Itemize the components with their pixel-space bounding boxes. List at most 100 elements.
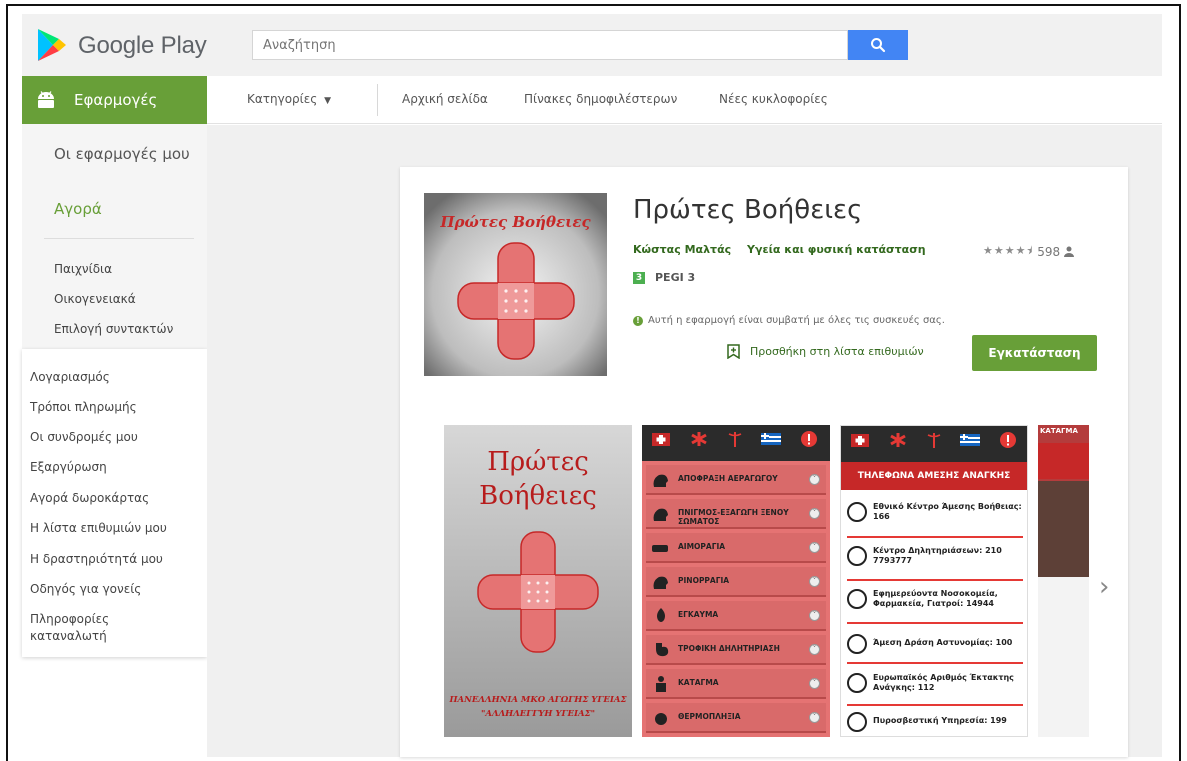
sidebar-item-account[interactable]: Λογαριασμός <box>30 369 200 386</box>
screenshots-carousel: Πρώτες Βοήθειες ΠΑΝΕΛΛΗΝΙΑ ΜΚΟ ΑΓΩΓΗΣ ΥΓ… <box>444 425 1089 737</box>
sidebar-item-wishlist[interactable]: Η λίστα επιθυμιών μου <box>30 520 200 537</box>
install-button[interactable]: Εγκατάσταση <box>972 335 1097 371</box>
screenshot-4[interactable]: ΚΑΤΑΓΜΑ <box>1038 425 1089 737</box>
list-item-label: ΡΙΝΟΡΡΑΓΙΑ <box>678 576 730 585</box>
search-button[interactable] <box>848 30 908 60</box>
screenshot-1-title: Πρώτες Βοήθειες <box>444 445 632 513</box>
list-item: Άμεση Δράση Αστυνομίας: 100 <box>847 630 1023 664</box>
app-icon: Πρώτες Βοήθειες <box>424 193 607 376</box>
sidebar-item-family[interactable]: Οικογενειακά <box>54 292 136 306</box>
nav-top-charts[interactable]: Πίνακες δημοφιλέστερων <box>524 92 677 106</box>
screenshot-2[interactable]: ΑΠΟΦΡΑΞΗ ΑΕΡΑΓΩΓΟΥ ˅ ΠΝΙΓΜΟΣ-ΕΞΑΓΩΓΗ ΞΕΝΟ… <box>642 425 830 737</box>
screenshot-1-title-line1: Πρώτες <box>487 447 589 477</box>
chevron-down-icon: ▼ <box>324 96 332 106</box>
app-title: Πρώτες Βοήθειες <box>633 195 863 225</box>
sidebar-item-editors-choice[interactable]: Επιλογή συντακτών <box>54 322 173 336</box>
list-item: Κέντρο Δηλητηριάσεων: 210 7793777 <box>847 542 1023 576</box>
phone-icon <box>847 546 867 566</box>
sidebar-item-games[interactable]: Παιχνίδια <box>54 262 112 276</box>
flame-icon <box>657 608 665 622</box>
list-item: ΠΝΙΓΜΟΣ-ΕΞΑΓΩΓΗ ΞΕΝΟΥ ΣΩΜΑΤΟΣ ˅ <box>646 499 826 529</box>
list-item-label: ΕΓΚΑΥΜΑ <box>678 610 719 619</box>
chevron-down-icon: ˅ <box>809 576 820 587</box>
first-aid-kit-icon <box>851 434 869 447</box>
rating-summary: ★★★★⯨ 598 <box>983 242 1075 261</box>
screenshot-1[interactable]: Πρώτες Βοήθειες ΠΑΝΕΛΛΗΝΙΑ ΜΚΟ ΑΓΩΓΗΣ ΥΓ… <box>444 425 632 737</box>
sidebar-item-activity[interactable]: Η δραστηριότητά μου <box>30 551 200 568</box>
sidebar-divider <box>44 238 194 239</box>
screenshot-1-footer: ΠΑΝΕΛΛΗΝΙΑ ΜΚΟ ΑΓΩΓΗΣ ΥΓΕΙΑΣ "ΑΛΛΗΛΕΓΓΥΗ… <box>444 693 632 721</box>
screenshot-4-text-block <box>1038 577 1089 737</box>
apps-tab-label: Εφαρμογές <box>74 91 158 109</box>
search-input[interactable] <box>253 31 847 59</box>
list-item: ΚΑΤΑΓΜΑ ˅ <box>646 669 826 699</box>
first-aid-kit-icon <box>652 433 670 446</box>
list-item-label: Εφημερεύοντα Νοσοκομεία, Φαρμακεία, Γιατ… <box>873 589 998 608</box>
pegi-rating: 3 PEGI 3 <box>633 271 695 284</box>
phone-icon <box>847 673 867 693</box>
person-icon <box>1064 246 1075 257</box>
chevron-down-icon: ˅ <box>809 610 820 621</box>
list-item: Εθνικό Κέντρο Άμεσης Βοήθειας: 166 <box>847 498 1023 532</box>
list-item-label: Εθνικό Κέντρο Άμεσης Βοήθειας: 166 <box>873 502 1022 521</box>
head-silhouette-icon <box>653 576 668 589</box>
chevron-down-icon: ˅ <box>809 508 820 519</box>
nav-home[interactable]: Αρχική σελίδα <box>402 92 488 106</box>
list-item-label: ΚΑΤΑΓΜΑ <box>678 678 719 687</box>
list-item: ΘΕΡΜΟΠΛΗΞΙΑ ˅ <box>646 703 826 733</box>
list-item-label: ΑΠΟΦΡΑΞΗ ΑΕΡΑΓΩΓΟΥ <box>678 474 778 483</box>
list-item-label: Ευρωπαϊκός Αριθμός Έκτακτης Ανάγκης: 112 <box>873 673 1014 692</box>
app-icon-title: Πρώτες Βοήθειες <box>440 213 591 231</box>
screenshot-1-footer-line1: ΠΑΝΕΛΛΗΝΙΑ ΜΚΟ ΑΓΩΓΗΣ ΥΓΕΙΑΣ <box>449 695 627 705</box>
sidebar-item-redeem[interactable]: Εξαργύρωση <box>30 459 200 476</box>
list-item: Πυροσβεστική Υπηρεσία: 199 <box>847 708 1023 736</box>
screenshot-4-title: ΚΑΤΑΓΜΑ <box>1040 427 1078 435</box>
sidebar-item-my-apps[interactable]: Οι εφαρμογές μου <box>54 144 194 164</box>
chevron-down-icon: ˅ <box>809 644 820 655</box>
sidebar-item-payment-methods[interactable]: Τρόποι πληρωμής <box>30 399 200 416</box>
screenshot-1-footer-line2: "ΑΛΛΗΛΕΓΓΥΗ ΥΓΕΙΑΣ" <box>480 709 596 719</box>
sidebar-primary: Οι εφαρμογές μου Αγορά Παιχνίδια Οικογεν… <box>22 124 207 349</box>
sidebar-item-buy-gift-card[interactable]: Αγορά δωροκάρτας <box>30 490 200 507</box>
sidebar-item-parent-guide[interactable]: Οδηγός για γονείς <box>30 581 200 598</box>
top-header: Google Play <box>22 14 1162 78</box>
info-icon <box>1000 432 1016 448</box>
list-item: ΤΡΟΦΙΚΗ ΔΗΛΗΤΗΡΙΑΣΗ ˅ <box>646 635 826 665</box>
developer-link[interactable]: Κώστας Μαλτάς <box>633 243 731 256</box>
apps-tab[interactable]: Εφαρμογές <box>22 76 207 124</box>
category-navbar: Κατηγορίες ▼ Αρχική σελίδα Πίνακες δημοφ… <box>207 76 1162 124</box>
search-field-wrapper <box>252 30 848 60</box>
list-item: ΑΠΟΦΡΑΞΗ ΑΕΡΑΓΩΓΟΥ ˅ <box>646 465 826 495</box>
sidebar-item-consumer-info[interactable]: Πληροφορίες καταναλωτή <box>30 611 150 645</box>
add-to-wishlist-button[interactable]: Προσθήκη στη λίστα επιθυμιών <box>727 344 924 359</box>
chevron-down-icon: ˅ <box>809 474 820 485</box>
nav-new-releases[interactable]: Νέες κυκλοφορίες <box>719 92 828 106</box>
info-icon <box>801 431 817 447</box>
category-link[interactable]: Υγεία και φυσική κατάσταση <box>747 243 926 256</box>
hand-icon <box>652 545 668 552</box>
list-item-label: Κέντρο Δηλητηριάσεων: 210 7793777 <box>873 546 1002 565</box>
logo-text: Google Play <box>78 32 207 59</box>
screenshot-2-topbar <box>642 425 830 461</box>
list-item-label: ΑΙΜΟΡΑΓΙΑ <box>678 542 726 551</box>
google-play-logo[interactable]: Google Play <box>36 26 226 66</box>
row-divider <box>847 579 1023 581</box>
row-divider <box>847 662 1023 664</box>
phone-icon <box>847 502 867 522</box>
screenshot-3[interactable]: ΤΗΛΕΦΩΝΑ ΑΜΕΣΗΣ ΑΝΑΓΚΗΣ Εθνικό Κέντρο Άμ… <box>840 425 1028 737</box>
head-silhouette-icon <box>653 474 668 487</box>
sidebar-item-subscriptions[interactable]: Οι συνδρομές μου <box>30 429 200 446</box>
row-divider <box>847 704 1023 706</box>
chevron-down-icon: ˅ <box>809 712 820 723</box>
phone-icon <box>847 589 867 609</box>
row-divider <box>847 622 1023 624</box>
phone-icon <box>847 712 867 732</box>
sidebar-item-shop[interactable]: Αγορά <box>54 200 102 218</box>
compatibility-note: ! Αυτή η εφαρμογή είναι συμβατή με όλες … <box>633 315 945 326</box>
nav-categories-label: Κατηγορίες <box>247 92 318 106</box>
list-item: ΡΙΝΟΡΡΑΓΙΑ ˅ <box>646 567 826 597</box>
greek-flag-icon <box>761 433 781 445</box>
nav-categories[interactable]: Κατηγορίες ▼ <box>247 92 331 106</box>
caduceus-icon <box>728 432 742 447</box>
carousel-next-icon[interactable]: › <box>1099 572 1109 602</box>
